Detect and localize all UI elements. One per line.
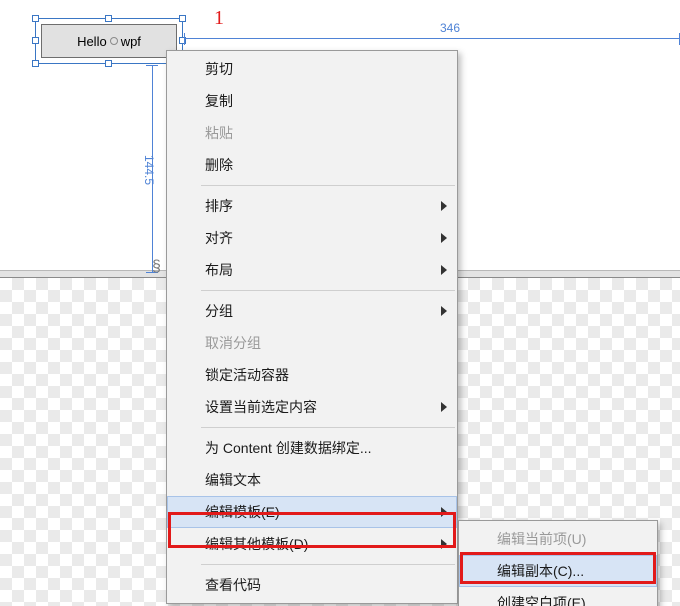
menu-item: 编辑当前项(U) [459,523,657,555]
submenu-arrow-icon [441,233,447,243]
menu-item[interactable]: 剪切 [167,53,457,85]
menu-separator [201,185,455,186]
ruler-vertical: 144.5 [152,65,153,273]
menu-item[interactable]: 编辑其他模板(D) [167,528,457,560]
menu-item[interactable]: 查看代码 [167,569,457,601]
menu-item: 粘贴 [167,117,457,149]
menu-item[interactable]: 设置当前选定内容 [167,391,457,423]
menu-item-label: 创建空白项(E)... [497,595,597,606]
menu-item[interactable]: 锁定活动容器 [167,359,457,391]
cursor-ring-icon [110,37,118,45]
menu-item[interactable]: 分组 [167,295,457,327]
menu-item-label: 编辑模板(E) [205,504,280,520]
menu-item-label: 编辑文本 [205,472,261,488]
context-menu-main-list: 剪切复制粘贴删除排序对齐布局分组取消分组锁定活动容器设置当前选定内容为 Cont… [167,51,457,603]
menu-item[interactable]: 创建空白项(E)... [459,587,657,606]
menu-item-label: 编辑其他模板(D) [205,536,308,552]
submenu-arrow-icon [441,201,447,211]
menu-item[interactable]: 布局 [167,254,457,286]
menu-item[interactable]: 对齐 [167,222,457,254]
menu-item-label: 删除 [205,157,233,173]
menu-item-label: 剪切 [205,61,233,77]
menu-item-label: 取消分组 [205,335,261,351]
menu-item-label: 编辑当前项(U) [497,531,586,547]
menu-item-label: 复制 [205,93,233,109]
context-menu-sub-list: 编辑当前项(U) 编辑副本(C)... 创建空白项(E)... [459,521,657,606]
context-menu-main[interactable]: 剪切复制粘贴删除排序对齐布局分组取消分组锁定活动容器设置当前选定内容为 Cont… [166,50,458,604]
button-text-right: wpf [121,34,141,49]
menu-separator [201,564,455,565]
ruler-horizontal-value: 346 [440,21,460,35]
menu-separator [201,290,455,291]
menu-item[interactable]: 删除 [167,149,457,181]
menu-item[interactable]: 编辑模板(E) [167,496,457,528]
designer-button-hello-wpf[interactable]: Hello wpf [41,24,177,58]
menu-item-label: 为 Content 创建数据绑定... [205,440,371,456]
submenu-arrow-icon [441,402,447,412]
menu-item[interactable]: 编辑副本(C)... [459,555,657,587]
menu-item-label: 分组 [205,303,233,319]
menu-item[interactable]: 复制 [167,85,457,117]
menu-item: 取消分组 [167,327,457,359]
menu-item-label: 锁定活动容器 [205,367,289,383]
menu-separator [201,427,455,428]
menu-item[interactable]: 为 Content 创建数据绑定... [167,432,457,464]
button-text-left: Hello [77,34,107,49]
section-glyph-icon: § [152,258,161,276]
ruler-horizontal: 346 [184,38,680,39]
submenu-arrow-icon [441,265,447,275]
menu-item-label: 编辑副本(C)... [497,563,584,579]
menu-item-label: 粘贴 [205,125,233,141]
context-menu-sub[interactable]: 编辑当前项(U) 编辑副本(C)... 创建空白项(E)... [458,520,658,606]
menu-item-label: 对齐 [205,230,233,246]
submenu-arrow-icon [441,507,447,517]
submenu-arrow-icon [441,539,447,549]
menu-item-label: 查看代码 [205,577,261,593]
ruler-vertical-value: 144.5 [142,155,156,185]
menu-item-label: 排序 [205,198,233,214]
annotation-1: 1 [214,7,224,30]
menu-item[interactable]: 排序 [167,190,457,222]
menu-item-label: 设置当前选定内容 [205,399,317,415]
submenu-arrow-icon [441,306,447,316]
menu-item-label: 布局 [205,262,233,278]
menu-item[interactable]: 编辑文本 [167,464,457,496]
